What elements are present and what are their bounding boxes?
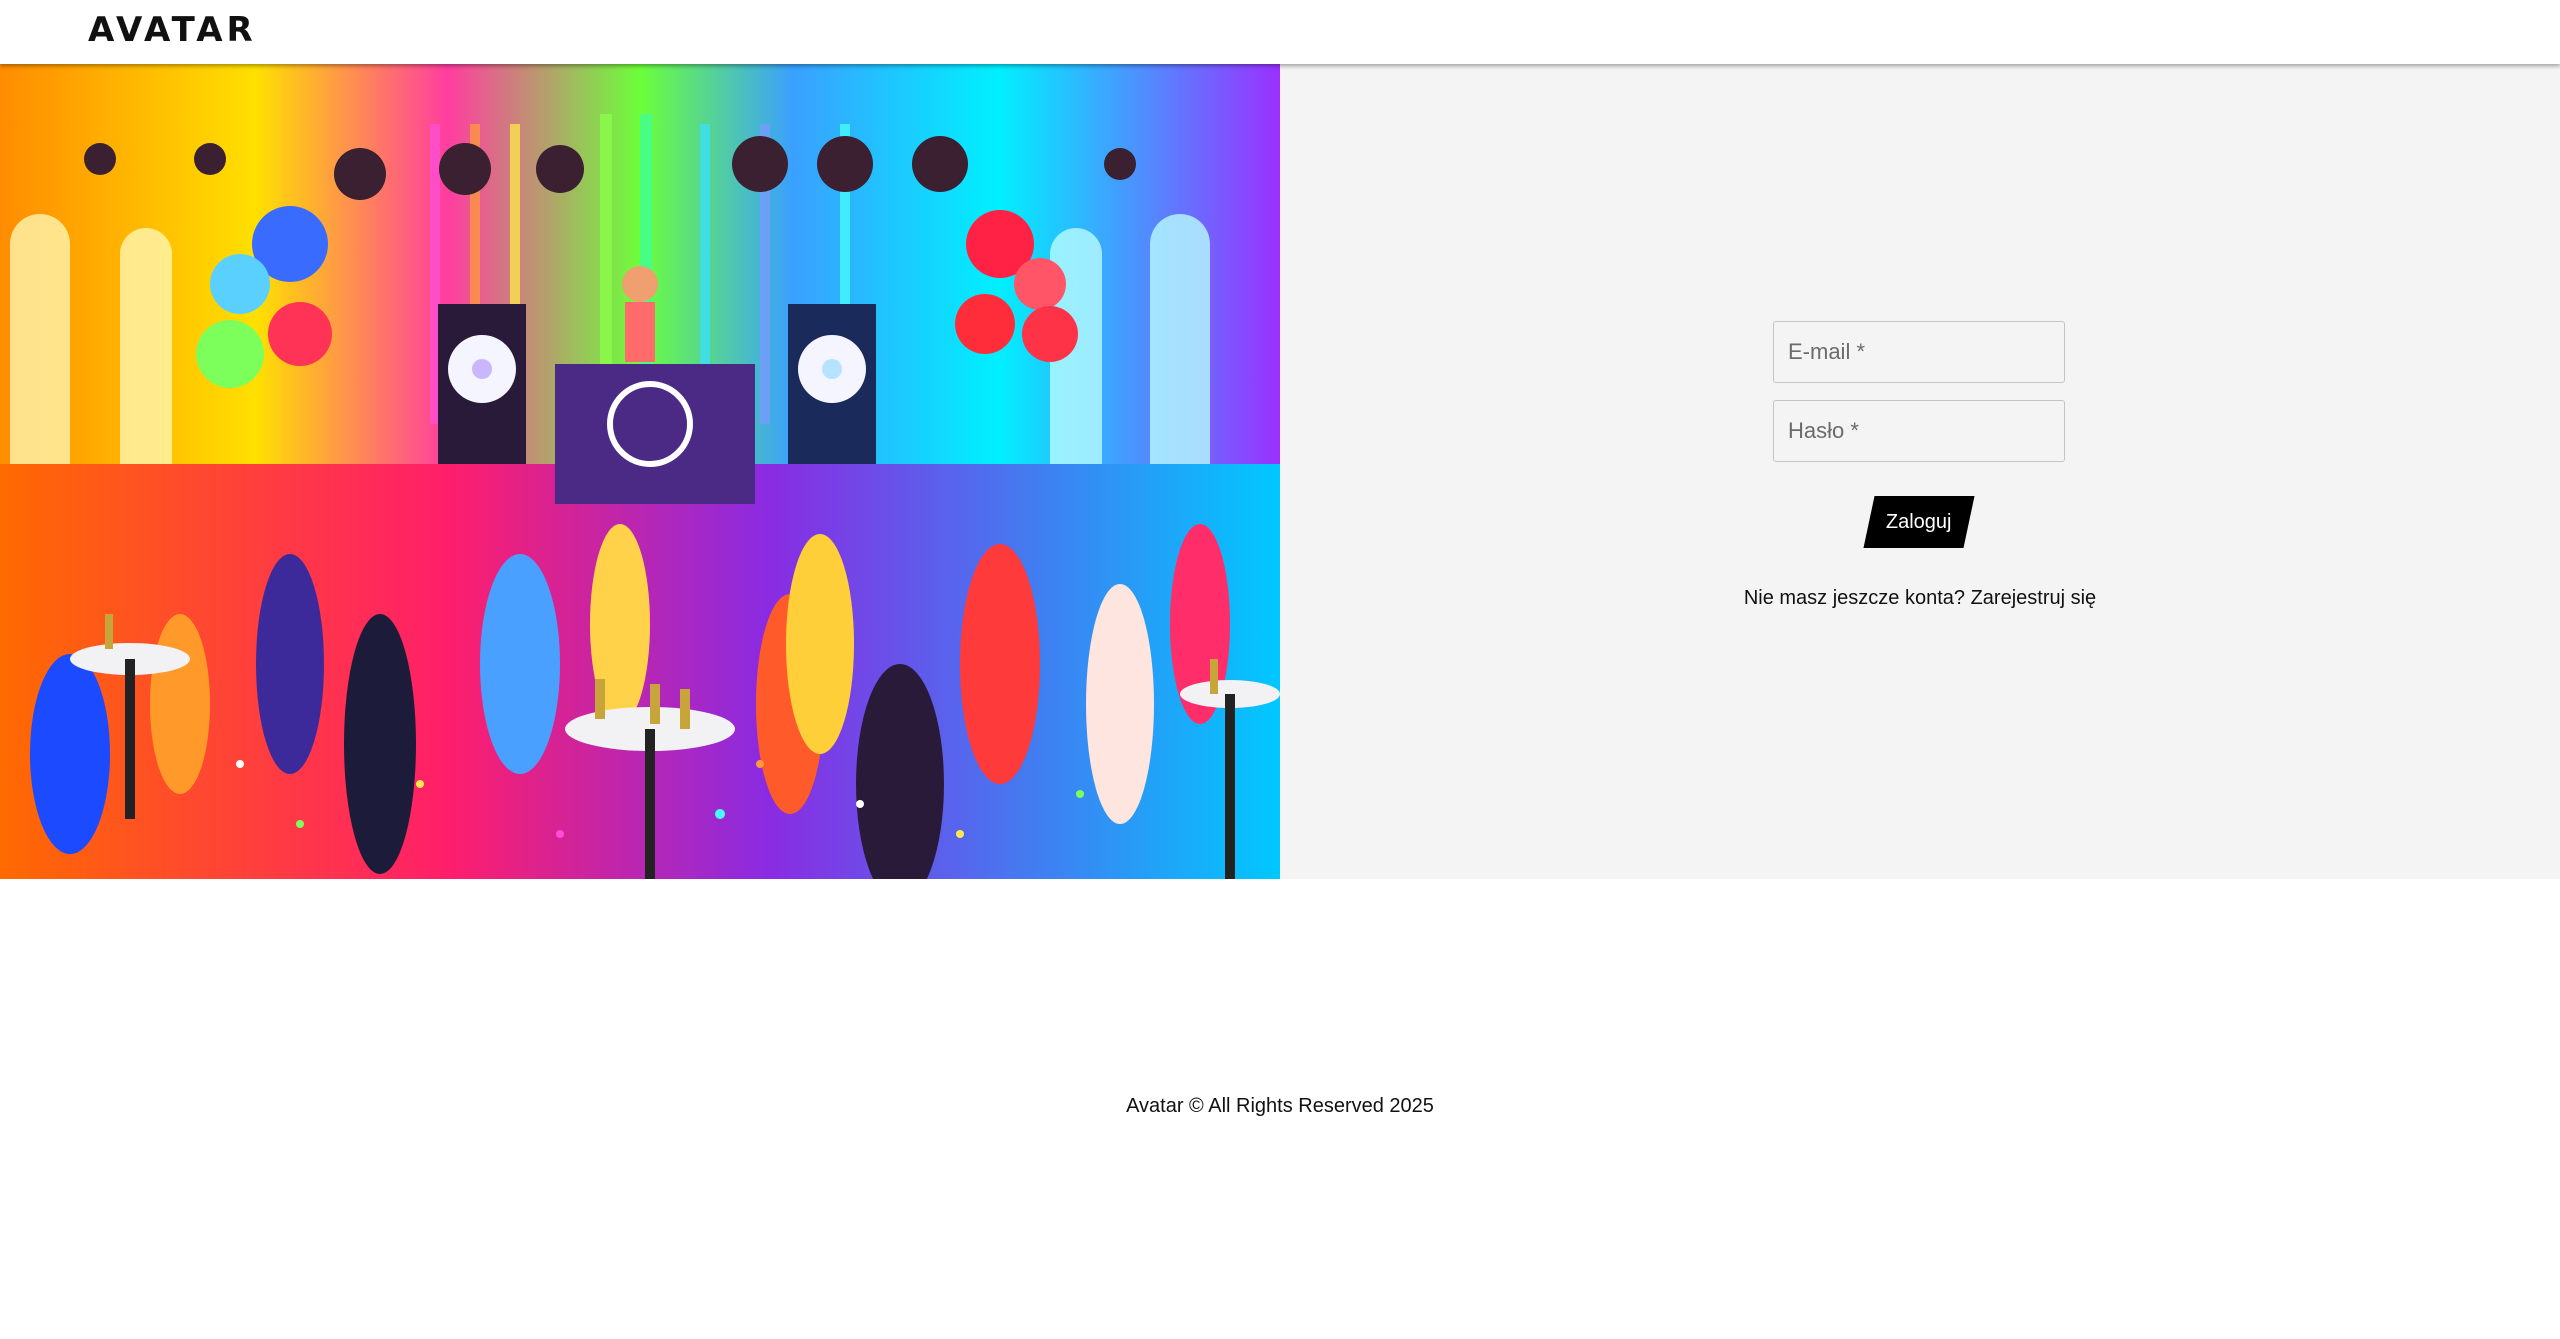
- password-field[interactable]: [1773, 400, 2065, 462]
- login-panel: Zaloguj Nie masz jeszcze konta? Zarejest…: [1280, 64, 2560, 879]
- login-button-label: Zaloguj: [1886, 510, 1952, 533]
- hero-section: Zaloguj Nie masz jeszcze konta? Zarejest…: [0, 64, 2560, 879]
- register-link[interactable]: Zarejestruj się: [1971, 587, 2097, 609]
- login-button[interactable]: Zaloguj: [1863, 496, 1975, 548]
- footer-copyright: Avatar © All Rights Reserved 2025: [1126, 1095, 1434, 1117]
- brand-logo[interactable]: AVATAR: [88, 10, 257, 50]
- party-illustration: [0, 64, 1280, 879]
- email-field[interactable]: [1773, 321, 2065, 383]
- top-navbar: AVATAR: [0, 0, 2560, 64]
- register-prompt-text: Nie masz jeszcze konta?: [1743, 587, 1966, 609]
- party-hero-image: [0, 64, 1280, 879]
- register-prompt: Nie masz jeszcze konta? Zarejestruj się: [1280, 587, 2560, 610]
